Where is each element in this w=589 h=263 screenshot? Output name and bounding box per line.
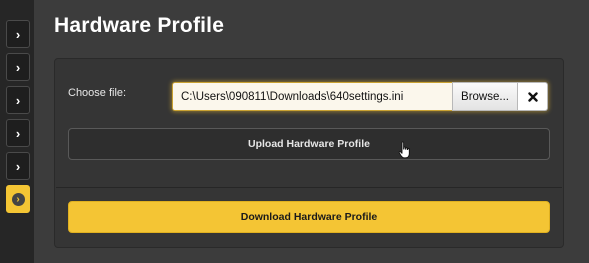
sidebar-item-hardware-profile[interactable]: › xyxy=(6,185,30,213)
file-chooser: Browse... xyxy=(172,82,548,111)
chevron-right-icon: › xyxy=(15,158,21,174)
page-title: Hardware Profile xyxy=(54,14,225,37)
chevron-right-icon: › xyxy=(15,59,21,75)
hand-pointer-cursor-icon xyxy=(398,141,410,159)
chevron-right-circle-icon: › xyxy=(11,192,25,206)
hardware-profile-screen: › › › › › › Hardware Profile Choose file… xyxy=(0,0,589,263)
sidebar-item-3[interactable]: › xyxy=(6,86,30,114)
sidebar: › › › › › › xyxy=(0,0,34,263)
sidebar-item-5[interactable]: › xyxy=(6,152,30,180)
clear-file-button[interactable] xyxy=(518,82,548,111)
upload-hardware-profile-button[interactable]: Upload Hardware Profile xyxy=(68,128,550,160)
sidebar-item-4[interactable]: › xyxy=(6,119,30,147)
choose-file-label: Choose file: xyxy=(68,87,127,99)
panel-divider xyxy=(56,187,562,188)
close-icon xyxy=(527,91,538,102)
chevron-right-icon: › xyxy=(15,92,21,108)
download-hardware-profile-button[interactable]: Download Hardware Profile xyxy=(68,201,550,233)
browse-button[interactable]: Browse... xyxy=(452,82,518,111)
sidebar-item-2[interactable]: › xyxy=(6,53,30,81)
chevron-right-icon: › xyxy=(15,125,21,141)
file-path-input[interactable] xyxy=(172,82,452,111)
chevron-right-icon: › xyxy=(15,26,21,42)
sidebar-item-1[interactable]: › xyxy=(6,20,30,48)
